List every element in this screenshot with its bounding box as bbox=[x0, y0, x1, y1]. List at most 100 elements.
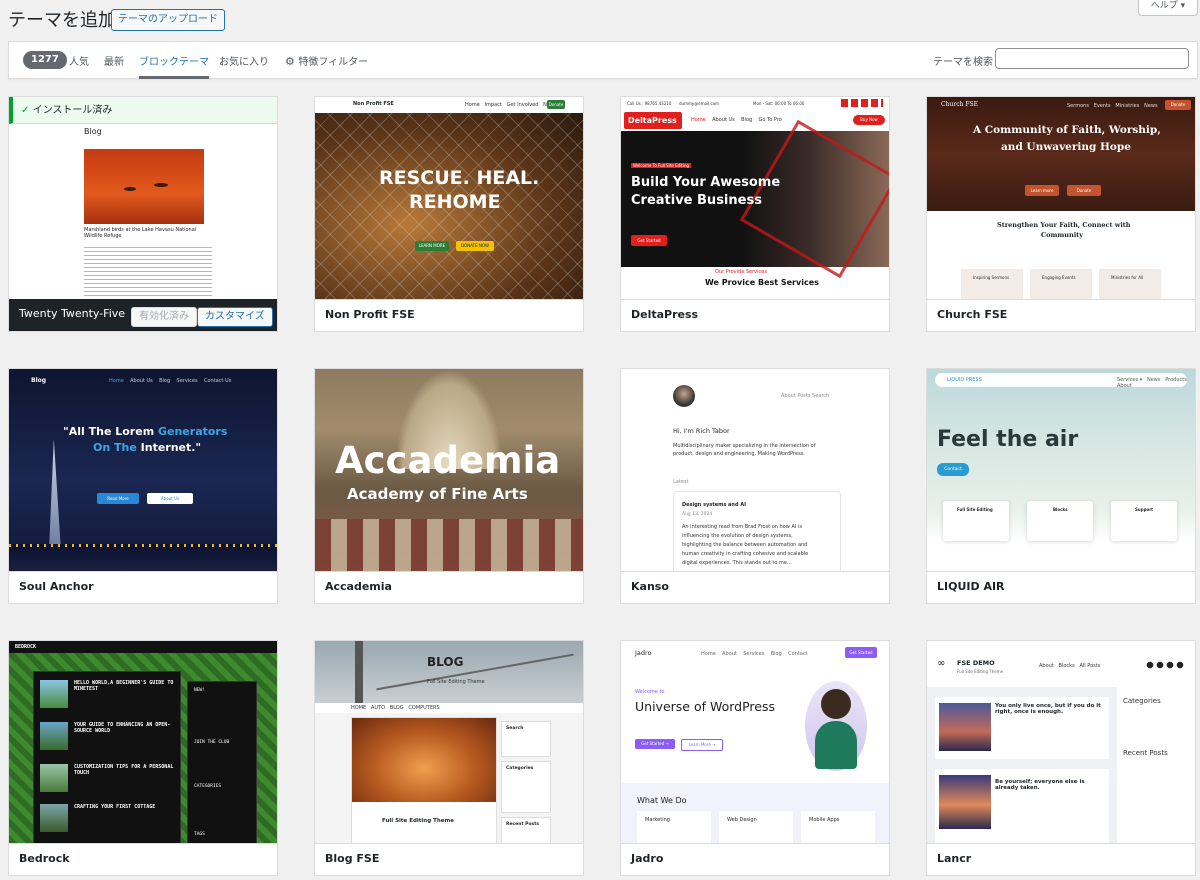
theme-card-liquid-air[interactable]: LIQUID PRESS Services ▾ News Products Ab… bbox=[926, 368, 1196, 604]
preview-card-2: Blocks bbox=[1027, 501, 1093, 541]
theme-card-non-profit-fse[interactable]: Non Profit FSE Home Impact Get Involved … bbox=[314, 96, 584, 332]
preview-widget-1-label: Search bbox=[506, 726, 524, 731]
theme-name: Blog FSE bbox=[315, 843, 583, 875]
customize-button[interactable]: カスタマイズ bbox=[197, 307, 273, 327]
preview-btn-2: Learn More → bbox=[681, 739, 723, 751]
upload-theme-button[interactable]: テーマのアップロード bbox=[111, 9, 225, 31]
tab-popular[interactable]: 人気 bbox=[69, 53, 89, 68]
preview-card-2-label: Blocks bbox=[1053, 507, 1068, 512]
theme-screenshot[interactable]: Church FSE Sermons Events Ministries New… bbox=[927, 97, 1195, 299]
theme-screenshot[interactable]: Call Us : 98765 43210 dummy@email.com Mo… bbox=[621, 97, 889, 299]
preview-btn-1: Get Started → bbox=[635, 739, 675, 749]
theme-card-bedrock[interactable]: BEDROCK HELLO WORLD,A BEGINNER'S GUIDE T… bbox=[8, 640, 278, 876]
preview-kicker: Welcome To Full Site Editing bbox=[631, 163, 692, 168]
infinity-icon: ∞ bbox=[937, 658, 946, 669]
theme-name: Jadro bbox=[621, 843, 889, 875]
help-tab-button[interactable]: ヘルプ ▾ bbox=[1138, 0, 1198, 16]
preview-learn-button: LEARN MORE bbox=[415, 241, 449, 251]
preview-donate-nav: Donate bbox=[1165, 100, 1191, 110]
preview-title: Accademia bbox=[335, 439, 561, 482]
preview-tagline: Full Site Editing Theme bbox=[427, 679, 485, 685]
page-header: テーマを追加 テーマのアップロード ヘルプ ▾ bbox=[0, 0, 1200, 40]
theme-name: Church FSE bbox=[927, 299, 1195, 331]
preview-get-started-nav: Get Started bbox=[845, 647, 877, 658]
theme-card-kanso[interactable]: About Posts Search Hi, I'm Rich Tabor Mu… bbox=[620, 368, 890, 604]
preview-post-1-title: You only live once, but if you do it rig… bbox=[995, 703, 1101, 715]
theme-card-twenty-twenty-five[interactable]: Blog Marshland birds at the Lake Havasu … bbox=[8, 96, 278, 332]
preview-sidebar-recent: Recent Posts bbox=[1123, 749, 1168, 757]
preview-latest: Latest bbox=[673, 479, 689, 485]
preview-card-1-label: Full Site Editing bbox=[957, 507, 993, 512]
installed-notice: ✓ インストール済み bbox=[9, 97, 277, 124]
theme-card-deltapress[interactable]: Call Us : 98765 43210 dummy@email.com Mo… bbox=[620, 96, 890, 332]
preview-bio-1: Multidisciplinary maker specializing in … bbox=[673, 443, 816, 449]
preview-donate-button: Donate bbox=[547, 100, 565, 109]
preview-bio-2: product, design and engineering. Making … bbox=[673, 451, 805, 457]
tab-favorites[interactable]: お気に入り bbox=[219, 53, 269, 68]
preview-sidebar: NEW! JOIN THE CLUB CATEGORIES TAGS bbox=[187, 681, 257, 843]
theme-screenshot[interactable]: LIQUID PRESS Services ▾ News Products Ab… bbox=[927, 369, 1195, 571]
preview-headline: Universe of WordPress bbox=[635, 699, 775, 714]
feature-filter-label: 特徴フィルター bbox=[298, 57, 369, 68]
preview-logo: BLOG bbox=[427, 655, 464, 669]
preview-donate-now-button: DONATE NOW bbox=[456, 241, 494, 251]
preview-logo: DeltaPress bbox=[624, 112, 682, 129]
preview-post-line: human creativity in crafting cohesive an… bbox=[682, 551, 809, 557]
preview-headline-1: A Community of Faith, Worship, bbox=[973, 124, 1161, 136]
preview-post-2: YOUR GUIDE TO ENHANCING AN OPEN-SOURCE W… bbox=[74, 722, 171, 734]
theme-name: Lancr bbox=[927, 843, 1195, 875]
theme-screenshot[interactable]: BLOG Full Site Editing Theme HOME AUTO B… bbox=[315, 641, 583, 843]
preview-col-2-label: Engaging Events bbox=[1042, 275, 1076, 280]
theme-screenshot[interactable]: Blog Home About Us Blog Services Contact… bbox=[9, 369, 277, 571]
preview-widget-2-label: Categories bbox=[506, 766, 534, 771]
tab-block-themes[interactable]: ブロックテーマ bbox=[139, 53, 209, 79]
preview-phone: Call Us : 98765 43210 bbox=[627, 101, 672, 106]
preview-col-1: Inspiring Sermons bbox=[961, 269, 1023, 299]
theme-card-jadro[interactable]: Jadro Home About Services Blog Contact G… bbox=[620, 640, 890, 876]
preview-card-3: Mobile Apps bbox=[801, 811, 875, 843]
preview-headline-1: Build Your Awesome bbox=[631, 175, 781, 190]
preview-post-line: An interesting read from Brad Frost on h… bbox=[682, 524, 802, 530]
preview-text-lines bbox=[84, 247, 212, 299]
preview-subtitle: Academy of Fine Arts bbox=[347, 485, 528, 503]
preview-post-2: Be yourself; everyone else is already ta… bbox=[935, 769, 1109, 843]
feature-filter-button[interactable]: ⚙ 特徴フィルター bbox=[285, 53, 368, 68]
preview-hours: Mon - Sat: 06:00 To 06:00 bbox=[753, 101, 805, 106]
theme-name: DeltaPress bbox=[621, 299, 889, 331]
theme-screenshot[interactable]: Jadro Home About Services Blog Contact G… bbox=[621, 641, 889, 843]
preview-post-2-title: Be yourself; everyone else is already ta… bbox=[995, 779, 1085, 791]
preview-post-date: Aug 13, 2024 bbox=[682, 512, 713, 517]
theme-card-lancr[interactable]: ∞ FSE DEMO Full Site Editing Theme About… bbox=[926, 640, 1196, 876]
theme-screenshot[interactable]: Blog Marshland birds at the Lake Havasu … bbox=[9, 97, 277, 299]
theme-screenshot[interactable]: About Posts Search Hi, I'm Rich Tabor Mu… bbox=[621, 369, 889, 571]
preview-widget-2: Categories bbox=[501, 761, 551, 813]
preview-buy-button: Buy Now bbox=[853, 115, 885, 125]
preview-card-3: Support bbox=[1111, 501, 1177, 541]
theme-card-accademia[interactable]: Accademia Academy of Fine Arts Accademia bbox=[314, 368, 584, 604]
theme-search-input[interactable] bbox=[995, 48, 1189, 69]
theme-card-church-fse[interactable]: Church FSE Sermons Events Ministries New… bbox=[926, 96, 1196, 332]
preview-sidebar-4: TAGS bbox=[194, 832, 205, 837]
preview-tagline: Full Site Editing Theme bbox=[957, 669, 1004, 674]
preview-headline-2: REHOME bbox=[409, 191, 501, 213]
preview-about-button: About Us bbox=[147, 493, 193, 504]
theme-screenshot[interactable]: BEDROCK HELLO WORLD,A BEGINNER'S GUIDE T… bbox=[9, 641, 277, 843]
preview-brand: Church FSE bbox=[941, 101, 978, 108]
theme-screenshot[interactable]: Accademia Academy of Fine Arts bbox=[315, 369, 583, 571]
theme-screenshot[interactable]: ∞ FSE DEMO Full Site Editing Theme About… bbox=[927, 641, 1195, 843]
theme-card-blog-fse[interactable]: BLOG Full Site Editing Theme HOME AUTO B… bbox=[314, 640, 584, 876]
preview-sidebar-3: CATEGORIES bbox=[194, 784, 222, 789]
preview-services-title: We Provice Best Services bbox=[705, 278, 819, 287]
theme-screenshot[interactable]: Non Profit FSE Home Impact Get Involved … bbox=[315, 97, 583, 299]
preview-post-4: CRAFTING YOUR FIRST COTTAGE bbox=[74, 804, 156, 810]
theme-card-soul-anchor[interactable]: Blog Home About Us Blog Services Contact… bbox=[8, 368, 278, 604]
tab-latest[interactable]: 最新 bbox=[104, 53, 124, 68]
preview-donate-button: Donate bbox=[1067, 185, 1101, 196]
preview-read-button: Read More bbox=[97, 493, 139, 504]
preview-sidebar-categories: Categories bbox=[1123, 697, 1161, 705]
preview-sidebar-1: NEW! bbox=[194, 688, 205, 693]
preview-cta-button: Get Started bbox=[631, 235, 667, 246]
preview-caption: Marshland birds at the Lake Havasu Natio… bbox=[84, 227, 197, 239]
preview-email: dummy@email.com bbox=[679, 101, 720, 106]
preview-learn-button: Learn more bbox=[1025, 185, 1059, 196]
